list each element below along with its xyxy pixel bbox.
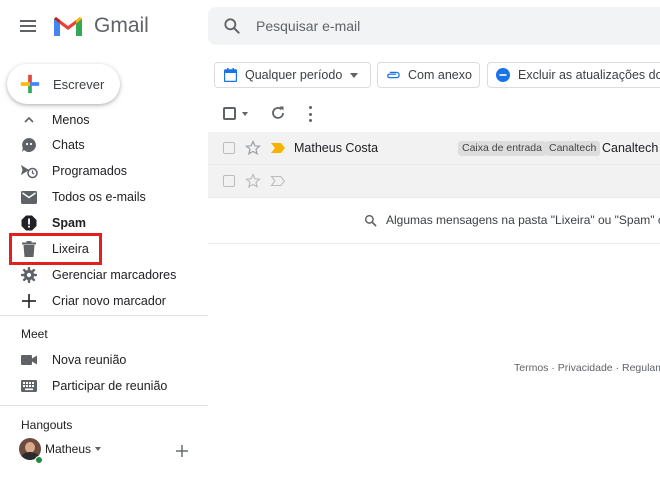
search-input[interactable]: Pesquisar e-mail <box>256 18 360 34</box>
message-subject: Canaltech - <box>602 141 660 155</box>
sidebar-item-label: Participar de reunião <box>52 379 168 393</box>
sidebar-item-join-meeting[interactable]: Participar de reunião <box>0 373 208 399</box>
filter-chip-label: Qualquer período <box>245 68 343 82</box>
sidebar-item-label: Todos os e-mails <box>52 190 146 204</box>
keyboard-icon <box>20 377 38 395</box>
sidebar-item-trash[interactable]: Lixeira <box>0 236 208 262</box>
hamburger-icon <box>20 20 36 22</box>
row-checkbox[interactable] <box>223 175 235 187</box>
sidebar-item-label: Lixeira <box>52 242 89 256</box>
sidebar-item-label: Nova reunião <box>52 353 127 367</box>
hamburger-icon-line <box>20 25 36 27</box>
notice-text: Algumas mensagens na pasta "Lixeira" ou … <box>386 213 660 227</box>
label-chip-inbox[interactable]: Caixa de entrada <box>458 141 546 156</box>
caret-down-icon <box>95 447 102 451</box>
dot <box>308 112 312 116</box>
main-menu-button[interactable] <box>16 14 40 38</box>
sidebar-item-new-meeting[interactable]: Nova reunião <box>0 347 208 373</box>
select-options-caret-icon[interactable] <box>242 112 248 116</box>
dot <box>308 106 312 109</box>
filter-chip-any-time[interactable]: Qualquer período <box>214 62 371 88</box>
sidebar-item-label: Menos <box>52 113 90 127</box>
sidebar-divider <box>0 315 208 316</box>
filter-chip-label: Com anexo <box>408 68 472 82</box>
sidebar-item-spam[interactable]: Spam <box>0 210 208 236</box>
sidebar-item-label: Gerenciar marcadores <box>52 268 177 282</box>
gmail-m-icon <box>54 17 82 36</box>
meet-section-title: Meet <box>21 327 48 341</box>
sidebar-item-all-mail[interactable]: Todos os e-mails <box>0 184 208 210</box>
gear-icon <box>20 266 38 284</box>
search-bar[interactable]: Pesquisar e-mail <box>208 7 660 45</box>
dot <box>308 119 312 122</box>
sidebar-item-label: Chats <box>52 138 85 152</box>
compose-label: Escrever <box>53 76 105 92</box>
sidebar-item-label: Spam <box>52 216 87 230</box>
label-chip-canaltech[interactable]: Canaltech <box>545 141 601 156</box>
terms-link[interactable]: Termos <box>514 362 548 374</box>
footer-separator: · <box>551 362 555 374</box>
important-marker-icon[interactable] <box>270 142 286 154</box>
table-row[interactable]: Matheus Costa Caixa de entrada Canaltech… <box>208 132 660 165</box>
scheduled-icon <box>20 162 38 180</box>
chevron-up-icon <box>20 111 38 129</box>
plus-icon <box>20 292 38 310</box>
hangouts-section-title: Hangouts <box>21 418 73 432</box>
mail-icon <box>20 188 38 206</box>
sidebar-item-chats[interactable]: Chats <box>0 132 208 158</box>
attachment-icon <box>386 68 400 82</box>
sidebar-item-label: Criar novo marcador <box>52 294 166 308</box>
footer-links: Termos · Privacidade · Regulame <box>514 362 660 374</box>
caret-down-icon <box>350 72 359 78</box>
chat-icon <box>20 136 38 154</box>
add-contact-plus-icon[interactable] <box>175 444 189 458</box>
search-notice: Algumas mensagens na pasta "Lixeira" ou … <box>364 213 660 227</box>
calendar-icon <box>223 68 237 82</box>
privacy-link[interactable]: Privacidade <box>558 362 613 374</box>
program-policies-link[interactable]: Regulame <box>622 362 660 374</box>
filter-chip-exclude-updates[interactable]: Excluir as atualizações do <box>487 62 660 88</box>
content-divider <box>208 243 660 244</box>
search-icon[interactable] <box>222 16 242 36</box>
sidebar-item-less[interactable]: Menos <box>0 107 208 133</box>
video-icon <box>20 351 38 369</box>
more-options-icon[interactable] <box>304 106 316 122</box>
refresh-icon[interactable] <box>270 105 286 121</box>
gmail-logo[interactable]: Gmail <box>52 14 149 38</box>
compose-button[interactable]: Escrever <box>7 64 120 104</box>
sidebar-item-label: Programados <box>52 164 128 178</box>
sidebar-item-scheduled[interactable]: Programados <box>0 158 208 184</box>
sidebar-item-manage-labels[interactable]: Gerenciar marcadores <box>0 262 208 288</box>
hamburger-icon-line <box>20 30 36 32</box>
spam-icon <box>20 214 38 232</box>
remove-circle-icon <box>496 68 510 82</box>
sender-name: Matheus Costa <box>294 141 379 155</box>
footer-separator: · <box>615 362 620 374</box>
important-marker-outline-icon[interactable] <box>270 175 286 187</box>
filter-chip-label: Excluir as atualizações do <box>518 68 660 82</box>
header: Gmail Pesquisar e-mail <box>0 0 660 52</box>
search-icon <box>364 214 377 226</box>
sidebar-divider <box>0 405 208 406</box>
app-name: Gmail <box>94 14 149 37</box>
select-all-checkbox[interactable] <box>223 107 236 120</box>
trash-icon <box>20 240 38 258</box>
hangouts-user[interactable]: Matheus <box>19 438 102 460</box>
star-icon[interactable] <box>245 140 261 156</box>
online-status-icon <box>35 456 43 464</box>
star-icon[interactable] <box>245 173 261 189</box>
sidebar-item-create-label[interactable]: Criar novo marcador <box>0 288 208 314</box>
table-row[interactable] <box>208 165 660 198</box>
row-checkbox[interactable] <box>223 142 235 154</box>
user-name: Matheus <box>45 442 92 456</box>
plus-icon <box>20 74 40 94</box>
filter-chip-has-attachment[interactable]: Com anexo <box>377 62 480 88</box>
